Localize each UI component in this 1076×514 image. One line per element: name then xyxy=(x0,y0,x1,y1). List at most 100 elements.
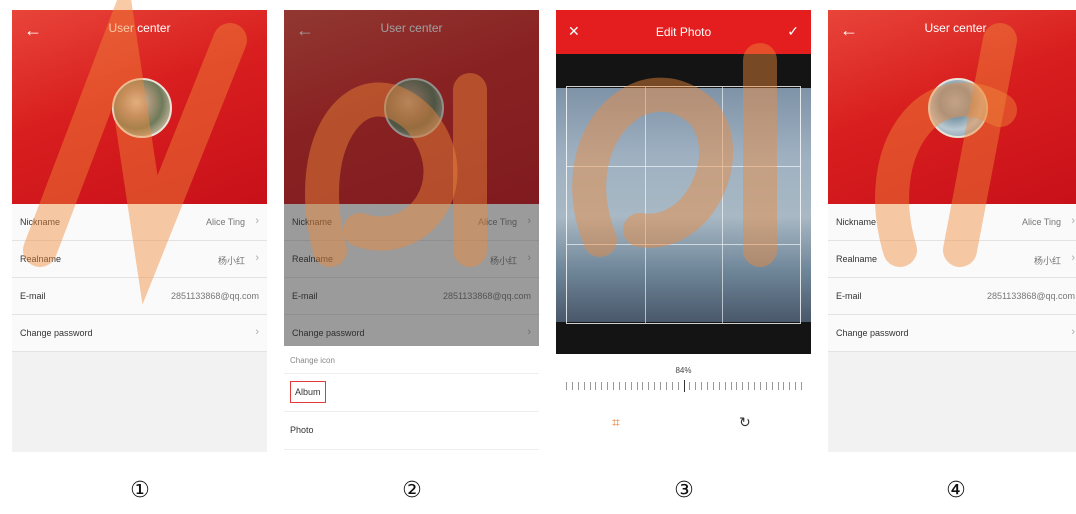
profile-header: ← User center xyxy=(828,10,1076,204)
row-value: 2851133868@qq.com xyxy=(986,291,1075,301)
row-change-password[interactable]: Change password › xyxy=(12,315,267,352)
ruler-tick xyxy=(771,382,773,390)
row-label: Nickname xyxy=(20,217,61,227)
chevron-right-icon: › xyxy=(255,326,259,338)
row-change-password[interactable]: Change password › xyxy=(828,315,1076,352)
ruler-tick xyxy=(789,382,791,390)
screen-edit-photo: ✕ Edit Photo ✓ 84% ⌗ ↻ xyxy=(556,10,811,452)
title-bar: ✕ Edit Photo ✓ xyxy=(556,10,811,54)
ruler-tick xyxy=(618,382,620,390)
ruler-tick xyxy=(742,382,744,390)
edit-toolbar: 84% ⌗ ↻ xyxy=(556,354,811,452)
chevron-right-icon: › xyxy=(1071,252,1075,264)
ruler-tick xyxy=(683,380,685,392)
title-bar: ← User center xyxy=(12,10,267,50)
profile-list: Nickname Alice Ting › Realname 杨小红 › E-m… xyxy=(12,204,267,352)
grid-line xyxy=(644,87,646,323)
screen-user-center-1: ← User center Nickname Alice Ting › Real… xyxy=(12,10,267,452)
screen-user-center-4: ← User center Nickname Alice Ting › Real… xyxy=(828,10,1076,452)
row-label: E-mail xyxy=(836,291,862,301)
ruler-tick xyxy=(701,382,703,390)
ruler-tick xyxy=(624,382,626,390)
chevron-right-icon: › xyxy=(255,252,259,264)
ruler-tick xyxy=(660,382,661,390)
row-value: Alice Ting xyxy=(1021,217,1061,227)
ruler-tick xyxy=(613,382,614,390)
ruler-tick xyxy=(648,382,650,390)
ruler-tick xyxy=(571,382,573,390)
ruler-tick xyxy=(665,382,667,390)
page-title: Edit Photo xyxy=(655,25,712,39)
ruler-tick xyxy=(707,382,708,390)
row-label: Change password xyxy=(20,328,93,338)
album-label: Album xyxy=(290,381,326,403)
zoom-ruler[interactable] xyxy=(566,380,802,392)
title-bar: ← User center xyxy=(828,10,1076,50)
change-icon-sheet: Change icon Album Photo xyxy=(284,346,539,452)
ruler-tick xyxy=(712,382,714,390)
photo-stage xyxy=(556,54,811,354)
grid-line xyxy=(567,165,800,167)
row-value: 杨小红 xyxy=(217,256,245,266)
row-value: 2851133868@qq.com xyxy=(170,291,259,301)
album-option[interactable]: Album xyxy=(284,374,539,412)
ruler-tick xyxy=(748,382,750,390)
row-email: E-mail 2851133868@qq.com xyxy=(828,278,1076,315)
row-label: Realname xyxy=(20,254,62,264)
photo-label: Photo xyxy=(290,425,314,435)
ruler-tick xyxy=(636,382,638,390)
ruler-tick xyxy=(765,382,767,390)
avatar[interactable] xyxy=(112,78,172,138)
ruler-tick xyxy=(589,382,591,390)
crop-icon[interactable]: ⌗ xyxy=(612,414,620,431)
step-number: ② xyxy=(402,478,422,503)
row-label: Nickname xyxy=(836,217,877,227)
ruler-tick xyxy=(642,382,644,390)
grid-line xyxy=(567,244,800,246)
ruler-tick xyxy=(724,382,726,390)
ruler-tick xyxy=(754,382,755,390)
ruler-tick xyxy=(689,382,691,390)
ruler-tick xyxy=(583,382,585,390)
step-number: ④ xyxy=(946,478,966,503)
chevron-right-icon: › xyxy=(1071,326,1075,338)
chevron-right-icon: › xyxy=(1071,215,1075,227)
page-title: User center xyxy=(924,21,987,35)
ruler-tick xyxy=(654,382,656,390)
grid-line xyxy=(722,87,724,323)
photo-option[interactable]: Photo xyxy=(284,412,539,450)
row-nickname[interactable]: Nickname Alice Ting › xyxy=(12,204,267,241)
ruler-tick xyxy=(730,382,732,390)
ruler-tick xyxy=(601,382,603,390)
step-number: ① xyxy=(130,478,150,503)
ruler-tick xyxy=(801,382,802,390)
zoom-percent: 84% xyxy=(675,366,692,375)
check-icon[interactable]: ✓ xyxy=(787,23,799,40)
dim-overlay[interactable] xyxy=(284,10,539,346)
ruler-tick xyxy=(777,382,779,390)
ruler-tick xyxy=(795,382,797,390)
ruler-tick xyxy=(759,382,761,390)
avatar[interactable] xyxy=(928,78,988,138)
row-label: Realname xyxy=(836,254,878,264)
profile-list: Nickname Alice Ting › Realname 杨小红 › E-m… xyxy=(828,204,1076,352)
ruler-tick xyxy=(577,382,579,390)
page-title: User center xyxy=(108,21,171,35)
ruler-tick xyxy=(566,382,567,390)
ruler-tick xyxy=(607,382,609,390)
screen-user-center-2: ← User center Nickname Alice Ting › Real… xyxy=(284,10,539,452)
ruler-tick xyxy=(630,382,632,390)
ruler-tick xyxy=(736,382,738,390)
row-realname[interactable]: Realname 杨小红 › xyxy=(828,241,1076,278)
profile-header: ← User center xyxy=(12,10,267,204)
row-realname[interactable]: Realname 杨小红 › xyxy=(12,241,267,278)
row-email: E-mail 2851133868@qq.com xyxy=(12,278,267,315)
ruler-tick xyxy=(695,382,697,390)
row-nickname[interactable]: Nickname Alice Ting › xyxy=(828,204,1076,241)
row-value: Alice Ting xyxy=(205,217,245,227)
ruler-tick xyxy=(595,382,597,390)
crop-frame[interactable] xyxy=(566,86,801,324)
ruler-tick xyxy=(677,382,679,390)
row-value: 杨小红 xyxy=(1033,256,1061,266)
rotate-icon[interactable]: ↻ xyxy=(739,414,751,431)
